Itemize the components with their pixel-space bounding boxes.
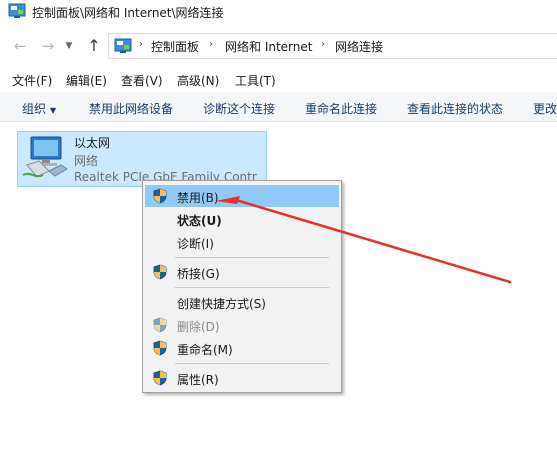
address-input[interactable]: › 控制面板 › 网络和 Internet › 网络连接 bbox=[108, 33, 557, 59]
menu-item-delete: 删除(D) bbox=[145, 314, 339, 336]
menu-view[interactable]: 查看(V) bbox=[121, 72, 163, 89]
breadcrumb-chevron-icon[interactable]: › bbox=[209, 39, 213, 50]
chevron-down-icon: ▼ bbox=[50, 106, 57, 115]
menu-edit[interactable]: 编辑(E) bbox=[66, 72, 107, 89]
menu-file[interactable]: 文件(F) bbox=[12, 72, 52, 89]
menu-item-diagnose[interactable]: 诊断(I) bbox=[145, 231, 339, 253]
organize-button[interactable]: 组织 ▼ bbox=[22, 100, 56, 117]
menu-separator bbox=[175, 287, 329, 288]
disable-device-button[interactable]: 禁用此网络设备 bbox=[89, 100, 173, 117]
menu-item-label: 重命名(M) bbox=[177, 343, 233, 357]
menu-item-disable[interactable]: 禁用(B) bbox=[145, 185, 339, 207]
change-settings-button[interactable]: 更改 bbox=[533, 100, 557, 117]
menu-item-label: 属性(R) bbox=[177, 373, 219, 387]
menu-item-label: 桥接(G) bbox=[177, 267, 220, 281]
window-title: 控制面板\网络和 Internet\网络连接 bbox=[32, 6, 224, 20]
menu-separator bbox=[175, 257, 329, 258]
recent-locations-chevron-icon[interactable]: ▼ bbox=[63, 36, 75, 56]
breadcrumb-network-internet[interactable]: 网络和 Internet bbox=[225, 38, 312, 55]
menu-item-status[interactable]: 状态(U) bbox=[145, 208, 339, 230]
up-arrow-icon[interactable]: ↑ bbox=[84, 36, 104, 56]
title-bar: 控制面板\网络和 Internet\网络连接 bbox=[0, 0, 557, 24]
menu-advanced[interactable]: 高级(N) bbox=[177, 72, 219, 89]
breadcrumb-chevron-icon[interactable]: › bbox=[321, 39, 325, 50]
breadcrumb-control-panel[interactable]: 控制面板 bbox=[151, 38, 199, 55]
breadcrumb-chevron-icon[interactable]: › bbox=[139, 39, 143, 50]
control-panel-icon bbox=[114, 38, 132, 53]
menu-item-create-shortcut[interactable]: 创建快捷方式(S) bbox=[145, 291, 339, 313]
adapter-name: 以太网 bbox=[74, 136, 111, 150]
view-status-button[interactable]: 查看此连接的状态 bbox=[407, 100, 503, 117]
uac-shield-icon bbox=[153, 340, 167, 356]
control-panel-icon bbox=[8, 3, 26, 18]
address-bar: ← → ▼ ↑ › 控制面板 › 网络和 Internet › 网络连接 bbox=[0, 30, 557, 62]
adapter-status: 网络 bbox=[74, 154, 99, 168]
breadcrumb-network-connections[interactable]: 网络连接 bbox=[335, 38, 383, 55]
uac-shield-icon bbox=[153, 264, 167, 280]
organize-label: 组织 bbox=[22, 102, 47, 116]
menu-item-bridge[interactable]: 桥接(G) bbox=[145, 261, 339, 283]
diagnose-connection-button[interactable]: 诊断这个连接 bbox=[203, 100, 275, 117]
uac-shield-icon bbox=[153, 370, 167, 386]
menu-item-rename[interactable]: 重命名(M) bbox=[145, 337, 339, 359]
command-bar: 组织 ▼ 禁用此网络设备 诊断这个连接 重命名此连接 查看此连接的状态 更改 bbox=[0, 92, 557, 122]
network-adapter-icon bbox=[22, 136, 68, 178]
menu-item-label: 诊断(I) bbox=[177, 237, 214, 251]
menu-bar: 文件(F) 编辑(E) 查看(V) 高级(N) 工具(T) bbox=[0, 68, 557, 90]
rename-connection-button[interactable]: 重命名此连接 bbox=[305, 100, 377, 117]
forward-arrow-icon[interactable]: → bbox=[38, 36, 58, 56]
menu-item-label: 创建快捷方式(S) bbox=[177, 297, 266, 311]
menu-tools[interactable]: 工具(T) bbox=[235, 72, 276, 89]
menu-item-label: 禁用(B) bbox=[177, 191, 219, 205]
uac-shield-icon bbox=[153, 188, 167, 204]
menu-separator bbox=[175, 363, 329, 364]
ethernet-adapter-tile[interactable]: 以太网 网络 Realtek PCIe GbE Family Contr bbox=[17, 131, 267, 187]
context-menu: 禁用(B) 状态(U) 诊断(I) 桥接(G) 创建快捷方式(S) 删除(D) … bbox=[142, 180, 342, 393]
menu-item-properties[interactable]: 属性(R) bbox=[145, 367, 339, 389]
menu-item-label: 状态(U) bbox=[177, 214, 222, 228]
menu-item-label: 删除(D) bbox=[177, 320, 220, 334]
back-arrow-icon[interactable]: ← bbox=[10, 36, 30, 56]
uac-shield-icon bbox=[153, 317, 167, 333]
